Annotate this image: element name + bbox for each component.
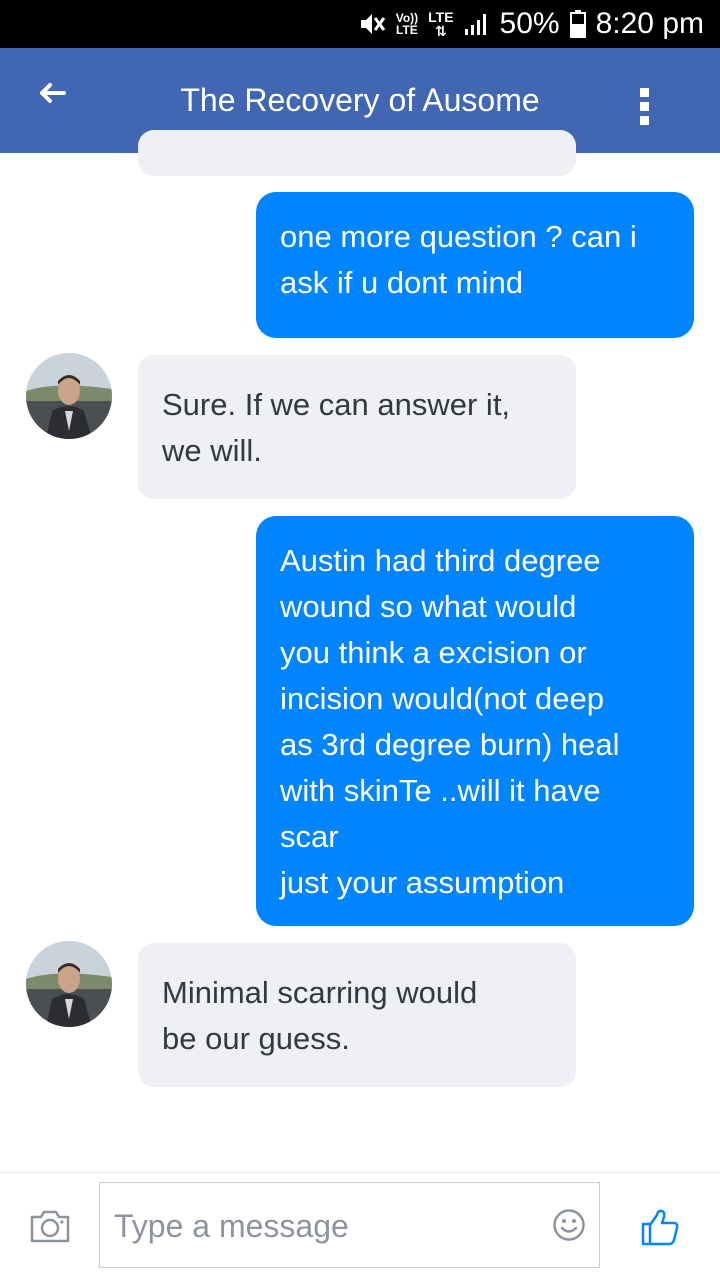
conversation-title: The Recovery of Ausome [180,82,540,118]
status-icons: Vo)) LTE LTE ⇅ 50% 8:20 pm [358,6,704,42]
data-arrows: ⇅ [434,23,447,39]
outgoing-message[interactable]: Austin had third degree wound so what wo… [256,516,694,926]
avatar[interactable] [26,941,112,1027]
scrolled-message-bubble [138,130,576,176]
volte-icon: Vo)) LTE [396,12,418,36]
incoming-message[interactable]: Minimal scarring would be our guess. [138,943,576,1087]
message-input-box[interactable] [99,1182,600,1268]
emoji-icon [553,1209,585,1241]
battery-percent: 50% [499,7,560,40]
signal-icon [464,11,490,37]
more-options-button[interactable] [626,82,666,126]
message-composer [0,1173,720,1280]
camera-button[interactable] [30,1209,70,1243]
like-button[interactable] [640,1207,680,1247]
thumbs-up-icon [641,1209,679,1246]
status-bar: Vo)) LTE LTE ⇅ 50% 8:20 pm [0,0,720,48]
camera-icon [30,1210,70,1243]
incoming-message[interactable]: Sure. If we can answer it, we will. [138,355,576,499]
more-vertical-icon [640,88,649,125]
volte-lte-label: LTE [396,23,418,37]
emoji-button[interactable] [552,1208,586,1242]
message-input[interactable] [112,1201,536,1251]
mute-icon [358,10,386,38]
lte-label: LTE [428,9,454,25]
outgoing-message[interactable]: one more question ? can i ask if u dont … [256,192,694,338]
battery-icon [569,10,586,38]
avatar[interactable] [26,353,112,439]
clock: 8:20 pm [595,7,704,40]
lte-icon: LTE ⇅ [428,10,453,38]
